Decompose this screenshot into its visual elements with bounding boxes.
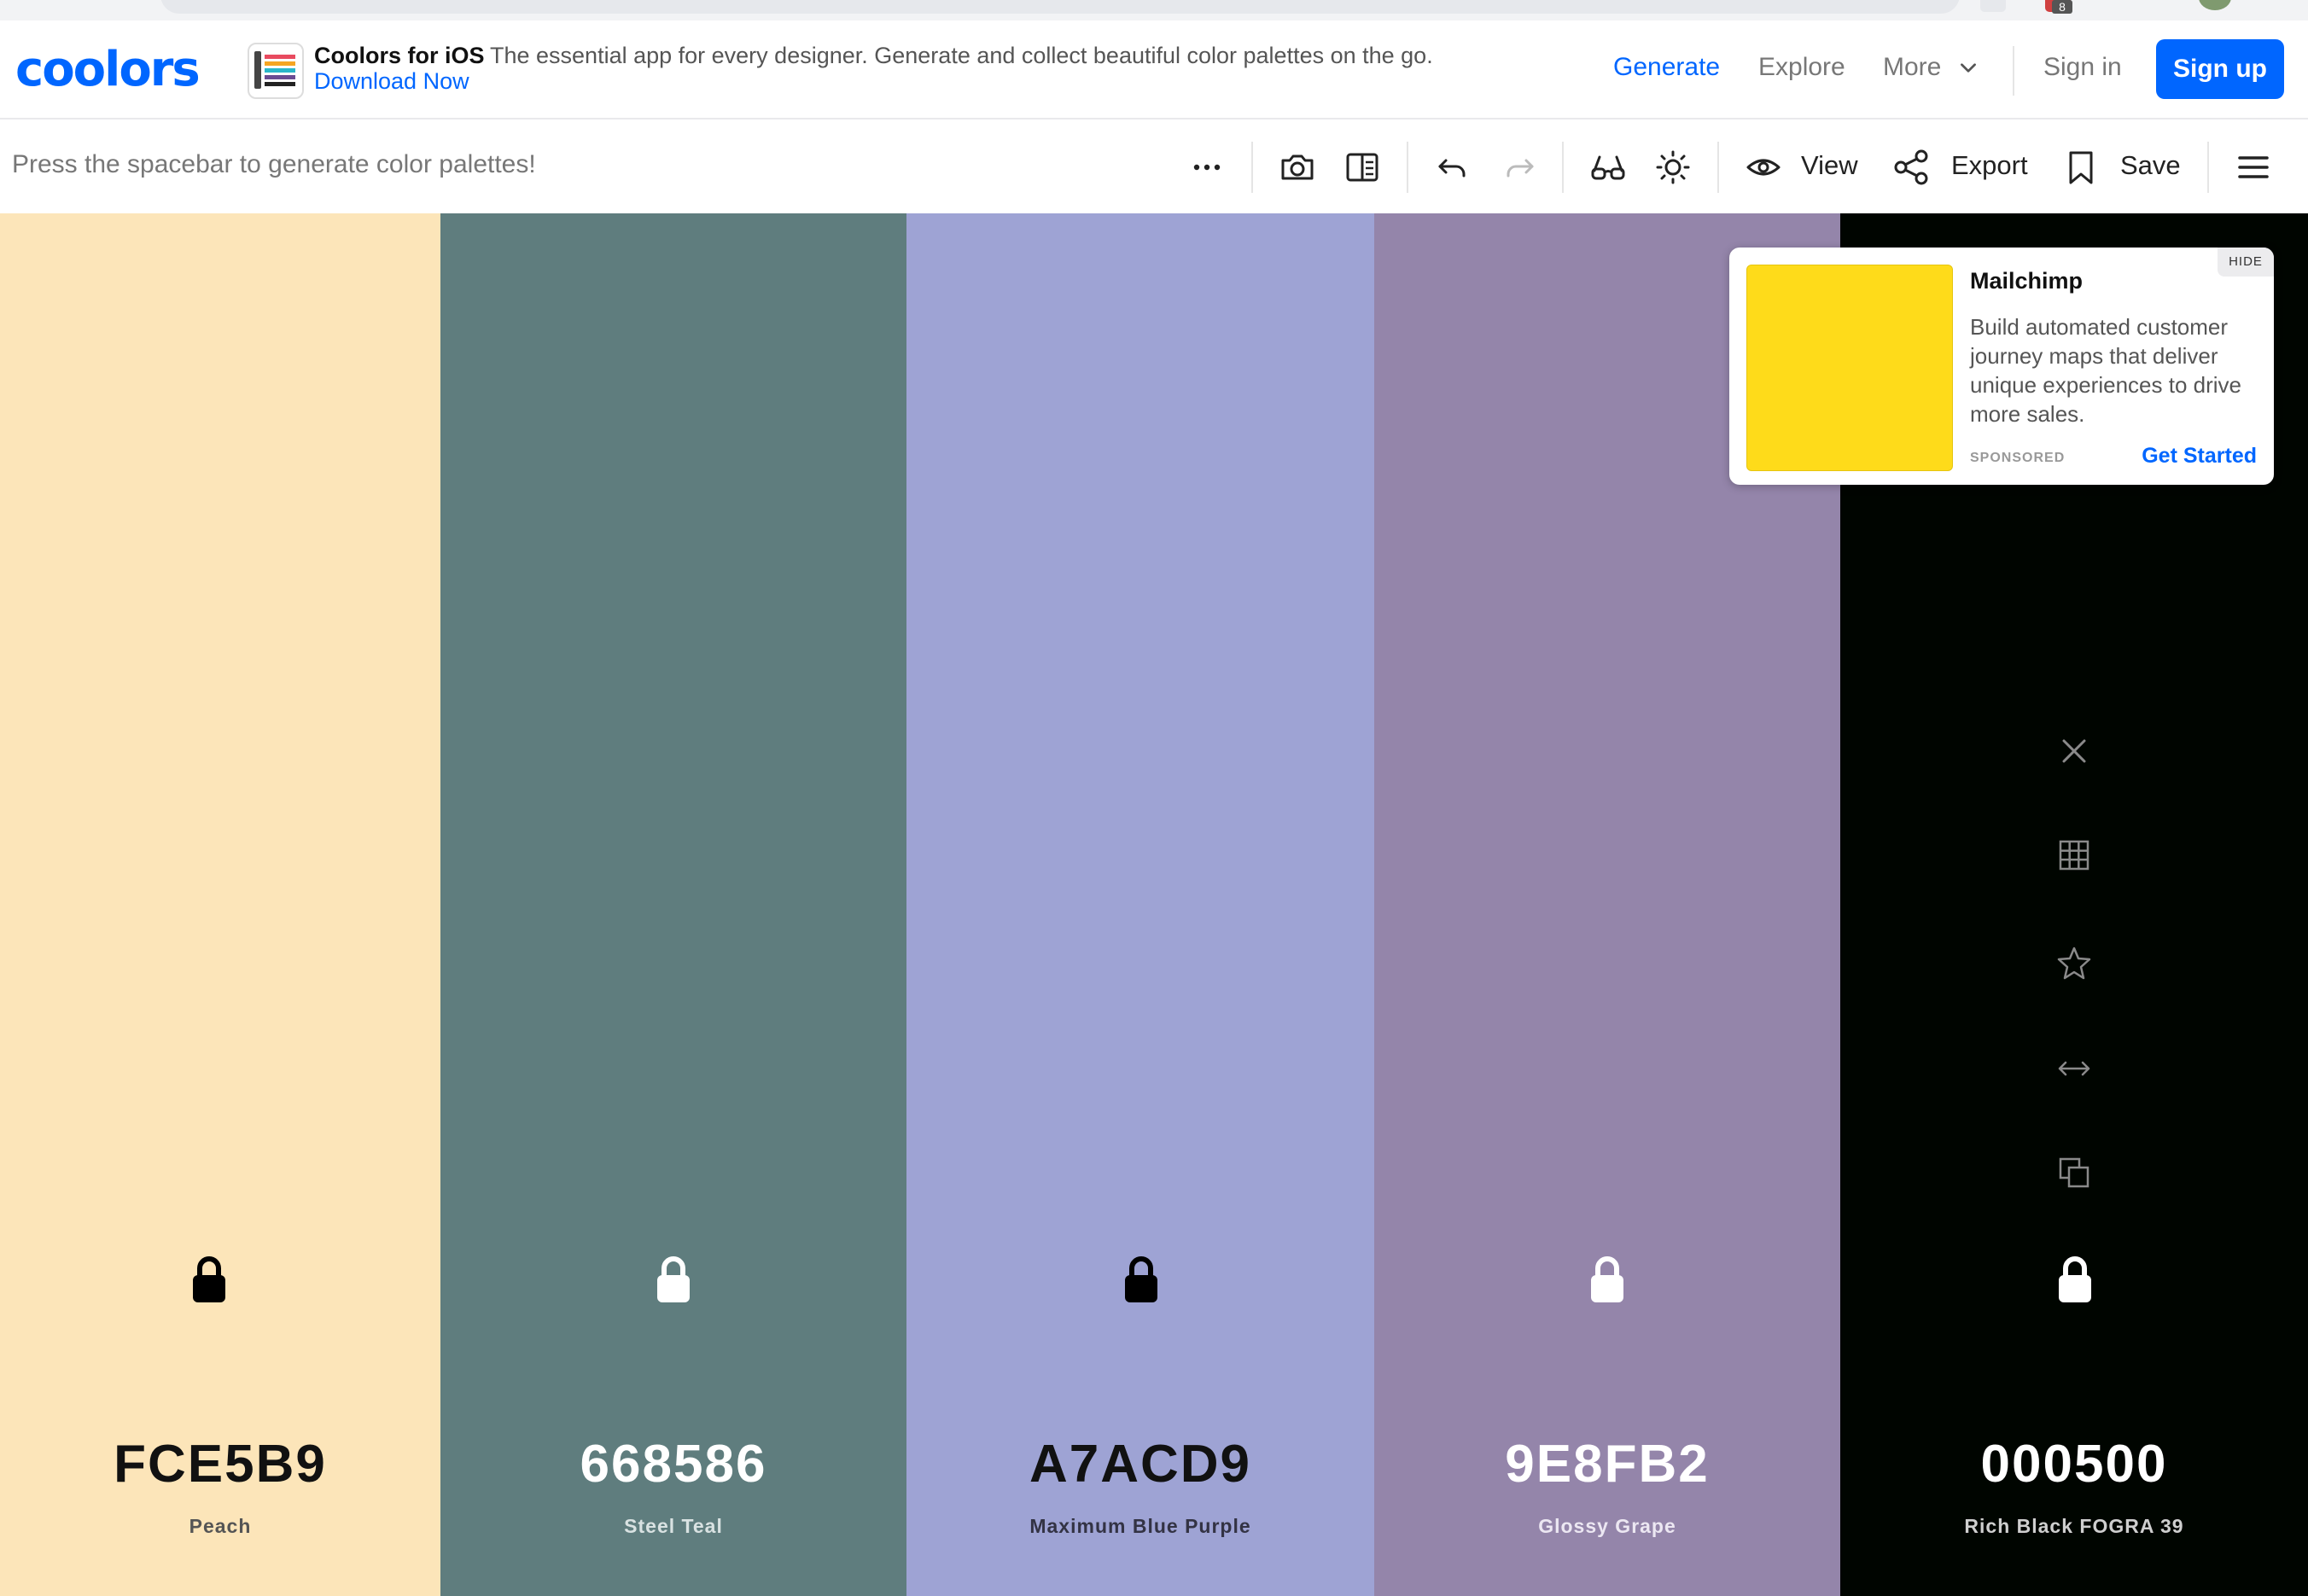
lock-icon[interactable] [189,1255,229,1304]
view-label: View [1801,150,1858,180]
divider [1717,142,1719,193]
color-hex[interactable]: FCE5B9 [0,1434,440,1494]
grid-icon[interactable] [2055,836,2093,874]
color-hex[interactable]: 000500 [1840,1434,2308,1494]
nav-more[interactable]: More [1883,53,1979,82]
top-header: coolors Coolors for iOS The essential ap… [0,20,2308,137]
color-hex[interactable]: 9E8FB2 [1374,1434,1840,1494]
color-name[interactable]: Rich Black FOGRA 39 [1840,1515,2308,1538]
spacebar-hint: Press the spacebar to generate color pal… [12,150,536,178]
extension-icon[interactable] [1980,0,2006,12]
browser-strip: 8 [0,0,2308,20]
star-icon[interactable] [2055,944,2093,981]
bookmark-icon [2069,151,2093,184]
save-label: Save [2120,150,2181,180]
color-name[interactable]: Glossy Grape [1374,1515,1840,1538]
coolors-logo[interactable]: coolors [15,44,201,96]
copy-icon[interactable] [2055,1154,2093,1191]
chevron-down-icon [1960,63,1976,73]
divider [2013,46,2014,96]
download-now-link[interactable]: Download Now [314,68,469,95]
toolbar: Press the spacebar to generate color pal… [0,119,2308,215]
divider [2207,142,2209,193]
menu-icon[interactable] [2231,145,2276,189]
color-column[interactable]: FCE5B9 Peach [0,213,440,1596]
eye-icon [1746,159,1781,176]
ad-title[interactable]: Mailchimp [1970,268,2083,294]
close-icon[interactable] [2055,732,2093,770]
nav-more-label: More [1883,53,1942,81]
layout-icon[interactable] [1340,145,1384,189]
camera-icon[interactable] [1275,145,1320,189]
arrows-horizontal-icon[interactable] [2055,1050,2093,1087]
promo-title: Coolors for iOS [314,43,485,68]
lock-icon[interactable] [1588,1255,1627,1304]
redo-icon[interactable] [1497,145,1542,189]
share-icon [1894,149,1928,185]
divider [1407,142,1408,193]
ad-body: Build automated customer journey maps th… [1970,314,2241,427]
sun-icon[interactable] [1651,145,1695,189]
divider [1251,142,1253,193]
nav-generate[interactable]: Generate [1613,53,1720,82]
color-hex[interactable]: A7ACD9 [906,1434,1374,1494]
avatar[interactable] [2199,0,2231,10]
color-name[interactable]: Steel Teal [440,1515,906,1538]
sign-up-button[interactable]: Sign up [2156,39,2284,99]
nav-explore[interactable]: Explore [1758,53,1845,82]
color-hex[interactable]: 668586 [440,1434,906,1494]
divider [1562,142,1564,193]
color-column[interactable]: 668586 Steel Teal [440,213,906,1596]
sponsored-ad-card[interactable]: Mailchimp Build automated customer journ… [1729,248,2274,485]
get-started-link[interactable]: Get Started [2142,444,2257,469]
sponsored-label: SPONSORED [1970,451,2066,465]
color-name[interactable]: Peach [0,1515,440,1538]
undo-icon[interactable] [1431,145,1475,189]
glasses-icon[interactable] [1586,145,1630,189]
lock-icon[interactable] [1122,1255,1161,1304]
lock-icon[interactable] [654,1255,693,1304]
color-name[interactable]: Maximum Blue Purple [906,1515,1374,1538]
promo-text: The essential app for every designer. Ge… [490,43,1433,68]
ad-image[interactable] [1746,265,1953,471]
app-store-icon[interactable] [248,43,304,99]
more-icon[interactable] [1185,145,1229,189]
hide-ad-button[interactable]: HIDE [2218,248,2274,277]
notification-badge: 8 [2052,0,2072,14]
lock-icon[interactable] [2055,1255,2095,1304]
sign-in-link[interactable]: Sign in [2043,53,2122,82]
color-column[interactable]: A7ACD9 Maximum Blue Purple [906,213,1374,1596]
address-bar[interactable] [160,0,1960,14]
export-label: Export [1951,150,2028,180]
